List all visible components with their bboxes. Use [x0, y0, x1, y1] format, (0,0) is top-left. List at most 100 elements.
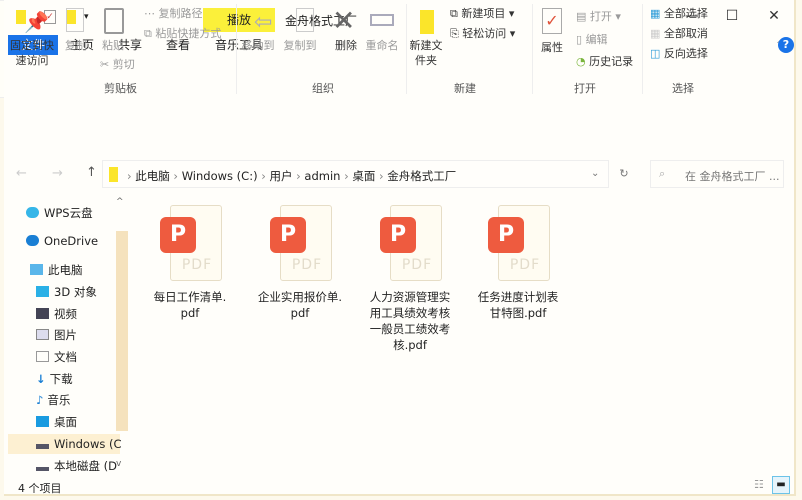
download-icon: ↓	[36, 372, 46, 386]
maximize-button[interactable]: ☐	[717, 8, 747, 24]
crumb-admin[interactable]: admin	[304, 169, 340, 183]
status-item-count: 4 个项目	[18, 482, 62, 495]
refresh-button[interactable]: ↻	[612, 160, 636, 188]
file-item[interactable]: P PDF 任务进度计划表 甘特图.pdf	[466, 205, 570, 321]
nav-scrollbar-thumb[interactable]	[116, 231, 128, 431]
address-bar[interactable]: › 此电脑 › Windows (C:) › 用户 › admin › 桌面 ›…	[102, 160, 609, 188]
properties-icon: ✓	[542, 8, 562, 34]
paste-button[interactable]: 粘贴	[98, 38, 128, 53]
search-icon: ⌕	[659, 167, 666, 180]
scroll-up-button[interactable]: ^	[116, 197, 124, 207]
nav-item-this-pc[interactable]: 此电脑	[30, 260, 83, 280]
pdf-file-icon: P PDF	[488, 205, 550, 283]
new-folder-button[interactable]: 新建文件夹	[408, 38, 444, 68]
nav-item-3d-objects[interactable]: 3D 对象	[36, 282, 97, 302]
large-icons-view-button[interactable]: ▬	[772, 476, 790, 494]
video-icon	[36, 308, 49, 319]
edit-icon: ▯	[576, 33, 586, 46]
nav-item-pictures[interactable]: 图片	[36, 325, 77, 345]
paste-shortcut-button[interactable]: ⧉ 粘贴快捷方式	[144, 26, 221, 41]
invert-selection-icon: ◫	[650, 47, 664, 60]
new-item-button[interactable]: ⧉ 新建项目 ▾	[450, 6, 514, 21]
crumb-users[interactable]: 用户	[269, 169, 292, 183]
open-button[interactable]: ▤ 打开 ▾	[576, 9, 621, 24]
nav-item-onedrive[interactable]: OneDrive	[26, 231, 98, 251]
breadcrumb: › 此电脑 › Windows (C:) › 用户 › admin › 桌面 ›…	[127, 169, 457, 183]
history-icon: ◔	[576, 55, 590, 68]
drive-icon	[36, 467, 49, 471]
forward-button[interactable]: →	[52, 166, 63, 181]
crumb-current[interactable]: 金舟格式工厂	[387, 169, 456, 183]
move-to-button[interactable]: 移动到	[238, 38, 278, 53]
navigation-pane: WPS云盘 OneDrive 此电脑 3D 对象 视频 图片 文档 ↓ 下载 ♪ 音…	[4, 193, 132, 476]
new-folder-icon	[420, 10, 434, 34]
file-item[interactable]: P PDF 人力资源管理实 用工具绩效考核 一般员工绩效考 核.pdf	[358, 205, 462, 353]
select-all-icon: ▦	[650, 7, 664, 20]
desktop-icon	[36, 416, 49, 427]
easy-access-button[interactable]: ⎘ 轻松访问 ▾	[450, 26, 515, 41]
nav-item-music[interactable]: ♪ 音乐	[36, 390, 70, 410]
scroll-down-button[interactable]: v	[116, 459, 121, 469]
edit-button[interactable]: ▯ 编辑	[576, 32, 608, 47]
nav-item-wps-cloud[interactable]: WPS云盘	[26, 203, 93, 223]
select-all-button[interactable]: ▦ 全部选择	[650, 6, 708, 21]
crumb-desktop[interactable]: 桌面	[352, 169, 375, 183]
document-icon	[36, 351, 49, 362]
easy-access-icon: ⎘	[450, 27, 463, 40]
computer-icon	[30, 264, 43, 275]
picture-icon	[36, 329, 49, 340]
pdf-file-icon: P PDF	[380, 205, 442, 283]
new-item-icon: ⧉	[450, 7, 462, 20]
cube-icon	[36, 286, 49, 297]
shortcut-icon: ⧉	[144, 27, 156, 40]
cloud-icon	[26, 235, 39, 246]
folder-icon	[109, 167, 118, 182]
copy-path-button[interactable]: ⋯ 复制路径	[144, 6, 203, 21]
cut-button[interactable]: ✂ 剪切	[100, 57, 135, 72]
history-button[interactable]: ◔ 历史记录	[576, 54, 633, 69]
up-button[interactable]: ↑	[86, 165, 97, 180]
copy-to-button[interactable]: 复制到	[280, 38, 320, 53]
rename-icon	[370, 14, 394, 26]
music-icon: ♪	[36, 393, 44, 407]
back-button[interactable]: ←	[16, 166, 27, 181]
pin-quick-access-button[interactable]: 固定到快速访问	[6, 38, 58, 68]
copy-icon	[66, 8, 84, 32]
group-clipboard-label: 剪贴板	[104, 82, 137, 95]
group-new-label: 新建	[454, 82, 476, 95]
group-open-label: 打开	[574, 82, 596, 95]
nav-item-desktop[interactable]: 桌面	[36, 412, 77, 432]
pdf-file-icon: P PDF	[270, 205, 332, 283]
properties-button[interactable]: 属性	[536, 40, 568, 55]
copy-button[interactable]: 复制	[60, 38, 92, 53]
nav-item-downloads[interactable]: ↓ 下载	[36, 369, 73, 389]
open-icon: ▤	[576, 10, 590, 23]
help-icon[interactable]: ?	[778, 37, 794, 53]
file-item[interactable]: P PDF 企业实用报价单. pdf	[248, 205, 352, 321]
select-none-icon: ▦	[650, 27, 664, 40]
nav-item-c-drive[interactable]: Windows (C	[8, 434, 122, 454]
drive-icon	[36, 444, 49, 449]
crumb-this-pc[interactable]: 此电脑	[135, 169, 170, 183]
crumb-c-drive[interactable]: Windows (C:)	[182, 169, 258, 183]
group-select-label: 选择	[672, 82, 694, 95]
clipboard-icon	[104, 8, 124, 34]
select-none-button[interactable]: ▦ 全部取消	[650, 26, 708, 41]
copy-to-icon	[296, 8, 314, 32]
delete-icon: ✕	[332, 4, 356, 37]
rename-button[interactable]: 重命名	[362, 38, 402, 53]
nav-item-documents[interactable]: 文档	[36, 347, 77, 367]
file-item[interactable]: P PDF 每日工作清单. pdf	[138, 205, 242, 321]
invert-selection-button[interactable]: ◫ 反向选择	[650, 46, 708, 61]
details-view-button[interactable]: ☷	[754, 478, 764, 491]
nav-item-videos[interactable]: 视频	[36, 304, 77, 324]
close-button[interactable]: ✕	[759, 8, 789, 24]
group-organize-label: 组织	[312, 82, 334, 95]
search-input[interactable]: ⌕ 在 金舟格式工厂 ...	[650, 160, 784, 188]
delete-button[interactable]: 删除	[326, 38, 366, 53]
pdf-file-icon: P PDF	[160, 205, 222, 283]
quick-access-dropdown-icon[interactable]: ▾	[84, 12, 89, 22]
history-dropdown-icon[interactable]: ⌄	[591, 168, 599, 179]
pin-icon: 📌	[24, 10, 49, 34]
nav-item-d-drive[interactable]: 本地磁盘 (D	[36, 456, 117, 476]
